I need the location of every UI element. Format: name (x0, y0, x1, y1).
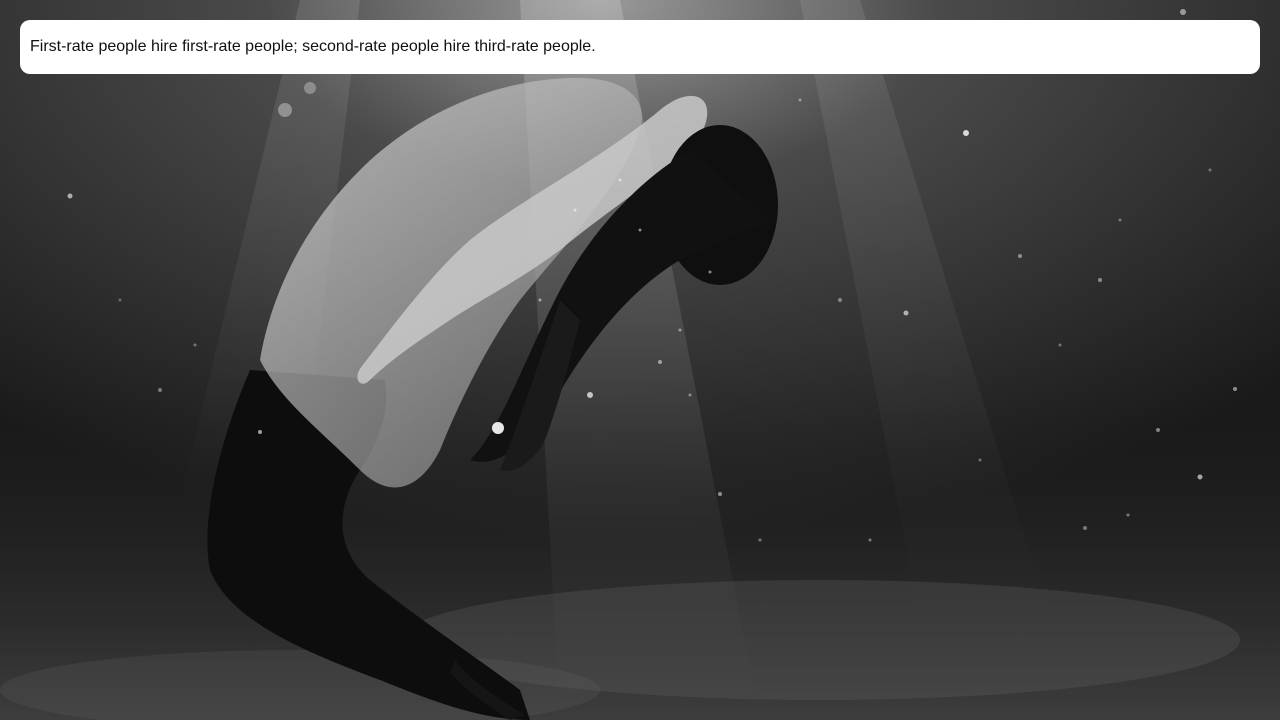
quote-text: First-rate people hire first-rate people… (30, 38, 596, 55)
underwater-background-image (0, 0, 1280, 720)
page: First-rate people hire first-rate people… (0, 0, 1280, 720)
quote-card: First-rate people hire first-rate people… (20, 20, 1260, 74)
